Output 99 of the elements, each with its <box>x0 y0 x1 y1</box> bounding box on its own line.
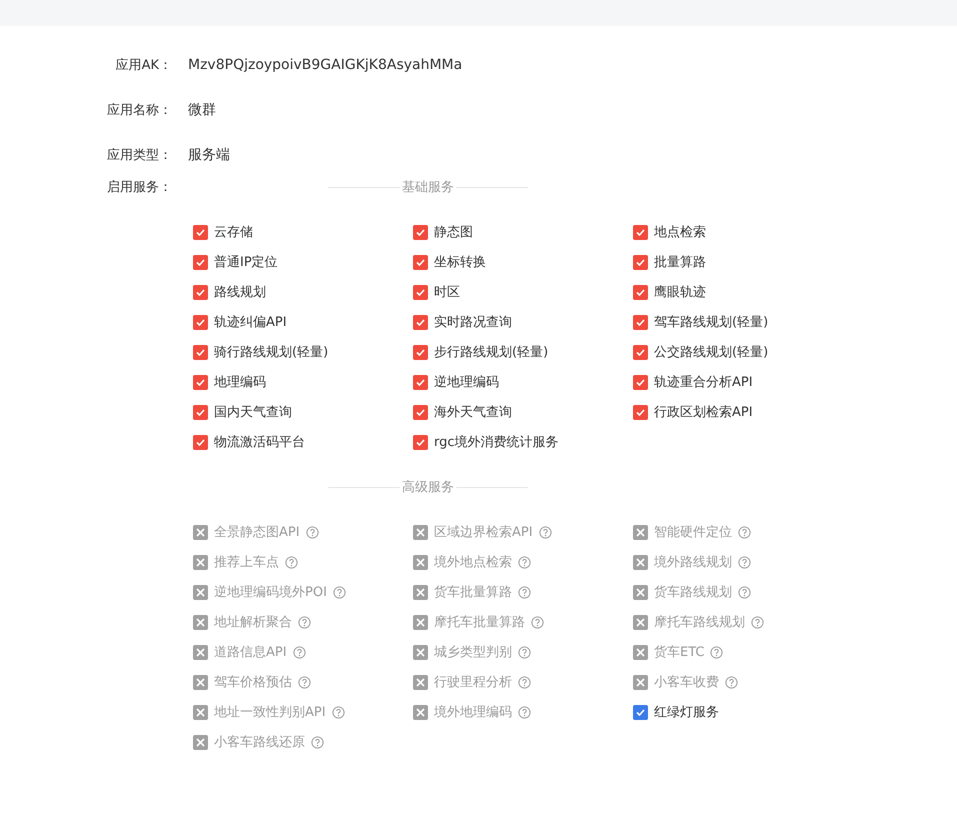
checkbox[interactable] <box>633 704 648 720</box>
service-name: 地址一致性判别API <box>214 704 326 721</box>
service-name: 公交路线规划(轻量) <box>654 344 768 361</box>
checkbox[interactable] <box>413 284 428 300</box>
service-name: 推荐上车点 <box>214 554 279 571</box>
help-icon[interactable] <box>332 706 345 718</box>
field-value: 微群 <box>188 100 216 118</box>
help-icon[interactable] <box>518 676 531 688</box>
service-name: 骑行路线规划(轻量) <box>214 344 328 361</box>
service-name: 地址解析聚合 <box>214 614 292 631</box>
help-icon[interactable] <box>751 616 764 628</box>
service-name: 货车路线规划 <box>654 584 732 601</box>
checkbox[interactable] <box>413 224 428 240</box>
service-name: 境外地点检索 <box>434 554 512 571</box>
checkbox[interactable] <box>633 314 648 330</box>
service-name: 小客车收费 <box>654 674 719 691</box>
help-icon[interactable] <box>285 556 298 568</box>
service-name: 地点检索 <box>654 224 706 241</box>
service-name: 驾车路线规划(轻量) <box>654 314 768 331</box>
field-label: 应用类型： <box>106 146 172 164</box>
checkbox[interactable] <box>193 434 208 450</box>
field-label: 启用服务： <box>106 179 172 196</box>
service-name: rgc境外消费统计服务 <box>434 434 559 451</box>
help-icon[interactable] <box>518 706 531 718</box>
service-name: 红绿灯服务 <box>654 704 719 721</box>
service-name: 境外路线规划 <box>654 554 732 571</box>
service-name: 物流激活码平台 <box>214 434 305 451</box>
checkbox[interactable] <box>633 254 648 270</box>
help-icon[interactable] <box>298 616 311 628</box>
service-name: 智能硬件定位 <box>654 524 732 541</box>
service-name: 实时路况查询 <box>434 314 512 331</box>
service-name: 驾车价格预估 <box>214 674 292 691</box>
service-name: 逆地理编码 <box>434 374 499 391</box>
checkbox[interactable] <box>633 284 648 300</box>
service-name: 逆地理编码境外POI <box>214 584 327 601</box>
help-icon[interactable] <box>292 646 306 658</box>
help-icon[interactable] <box>725 676 738 688</box>
service-name: 鹰眼轨迹 <box>654 284 706 301</box>
help-icon[interactable] <box>311 736 324 748</box>
service-name: 云存储 <box>214 224 253 241</box>
service-name: 城乡类型判别 <box>434 644 512 661</box>
service-name: 时区 <box>434 284 460 301</box>
service-name: 批量算路 <box>654 254 706 271</box>
checkbox[interactable] <box>633 344 648 360</box>
checkbox[interactable] <box>633 224 648 240</box>
section-title: 高级服务 <box>401 479 455 496</box>
checkbox[interactable] <box>413 314 428 330</box>
help-icon[interactable] <box>298 676 311 688</box>
service-name: 行驶里程分析 <box>434 674 512 691</box>
help-icon[interactable] <box>738 526 751 538</box>
help-icon[interactable] <box>332 586 346 598</box>
service-name: 静态图 <box>434 224 473 241</box>
section-title: 基础服务 <box>401 179 455 196</box>
service-name: 行政区划检索API <box>654 404 753 421</box>
checkbox[interactable] <box>413 434 428 450</box>
checkbox[interactable] <box>633 404 648 420</box>
service-name: 普通IP定位 <box>214 254 278 271</box>
field-label: 应用名称： <box>106 102 172 118</box>
checkbox[interactable] <box>633 374 648 390</box>
field-label: 应用AK： <box>114 56 172 74</box>
service-name: 路线规划 <box>214 284 266 301</box>
checkbox[interactable] <box>413 404 428 420</box>
help-icon[interactable] <box>518 646 531 658</box>
service-name: 摩托车路线规划 <box>654 614 745 631</box>
checkbox[interactable] <box>193 284 208 300</box>
service-name: 摩托车批量算路 <box>434 614 525 631</box>
service-name: 步行路线规划(轻量) <box>434 344 548 361</box>
service-name: 小客车路线还原 <box>214 734 305 751</box>
service-name: 轨迹重合分析API <box>654 374 753 391</box>
checkbox[interactable] <box>193 314 208 330</box>
help-icon[interactable] <box>531 616 544 628</box>
checkbox[interactable] <box>193 374 208 390</box>
help-icon[interactable] <box>538 526 552 538</box>
service-name: 货车ETC <box>654 644 704 661</box>
help-icon[interactable] <box>738 586 751 598</box>
checkbox[interactable] <box>413 374 428 390</box>
checkbox[interactable] <box>193 344 208 360</box>
service-name: 道路信息API <box>214 644 287 661</box>
help-icon[interactable] <box>518 556 531 568</box>
help-icon[interactable] <box>710 646 724 658</box>
checkbox[interactable] <box>193 254 208 270</box>
help-icon[interactable] <box>738 556 751 568</box>
checkbox[interactable] <box>413 344 428 360</box>
checkbox[interactable] <box>193 224 208 240</box>
checkbox[interactable] <box>413 254 428 270</box>
service-name: 全景静态图API <box>214 524 300 541</box>
service-name: 海外天气查询 <box>434 404 512 421</box>
help-icon[interactable] <box>518 586 531 598</box>
service-name: 货车批量算路 <box>434 584 512 601</box>
service-name: 国内天气查询 <box>214 404 292 421</box>
field-value: Mzv8PQjzoypoivB9GAIGKjK8AsyahMMa <box>188 56 462 72</box>
checkbox[interactable] <box>193 404 208 420</box>
help-icon[interactable] <box>306 526 319 538</box>
service-name: 坐标转换 <box>434 254 486 271</box>
field-value: 服务端 <box>188 146 230 164</box>
service-name: 境外地理编码 <box>434 704 512 721</box>
service-name: 地理编码 <box>214 374 266 391</box>
service-name: 区域边界检索API <box>434 524 533 541</box>
service-name: 轨迹纠偏API <box>214 314 287 331</box>
